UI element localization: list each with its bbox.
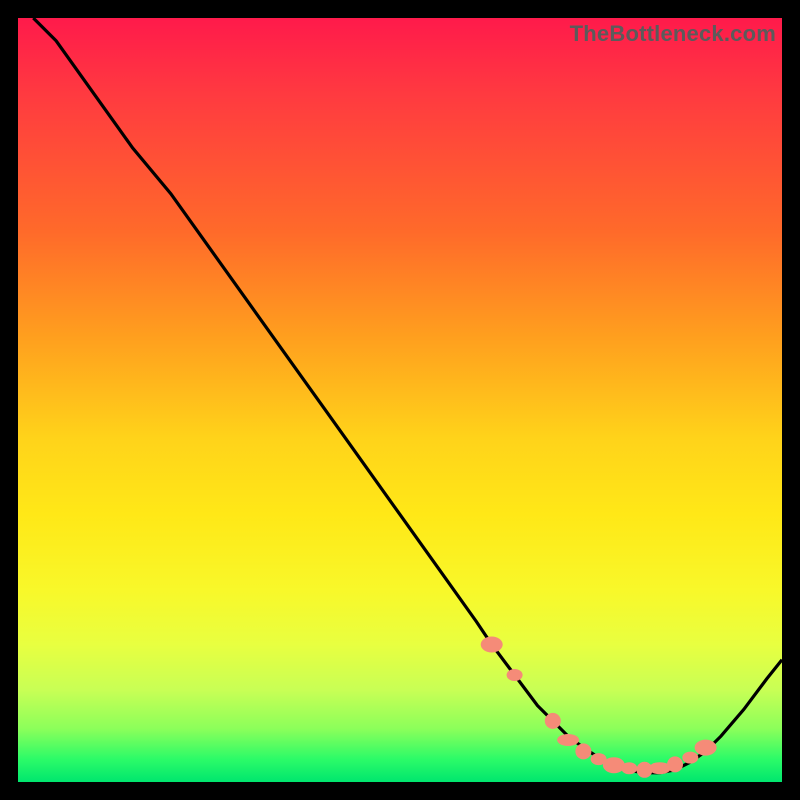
marker-point bbox=[575, 743, 591, 759]
marker-point bbox=[621, 762, 637, 774]
plot-area: TheBottleneck.com bbox=[18, 18, 782, 782]
marker-point bbox=[507, 669, 523, 681]
marker-point bbox=[667, 756, 683, 772]
marker-group bbox=[481, 637, 717, 778]
marker-point bbox=[545, 713, 561, 729]
marker-point bbox=[695, 740, 717, 756]
marker-point bbox=[682, 752, 698, 764]
marker-point bbox=[557, 734, 579, 746]
bottleneck-curve bbox=[33, 18, 782, 773]
marker-point bbox=[481, 637, 503, 653]
chart-frame: TheBottleneck.com bbox=[0, 0, 800, 800]
curve-layer bbox=[18, 18, 782, 782]
marker-point bbox=[603, 757, 625, 773]
